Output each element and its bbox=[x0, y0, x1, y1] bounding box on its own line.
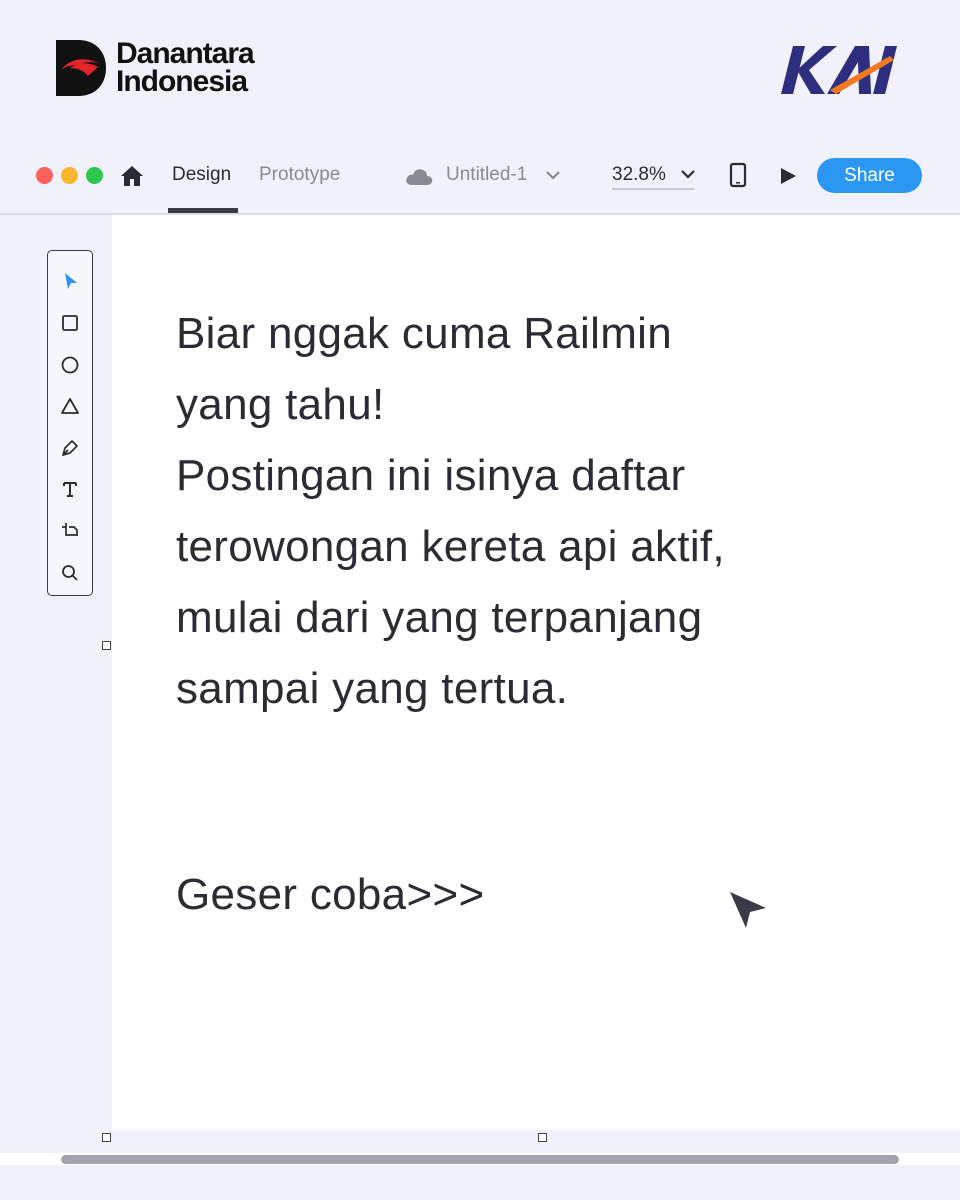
body-line: Postingan ini isinya daftar bbox=[176, 451, 686, 500]
kai-logo-icon bbox=[781, 46, 898, 94]
body-line: terowongan kereta api aktif, bbox=[176, 522, 725, 571]
zoom-level[interactable]: 32.8% bbox=[612, 164, 666, 186]
ellipse-icon[interactable] bbox=[60, 355, 80, 375]
window-close-button[interactable] bbox=[36, 167, 53, 184]
file-name[interactable]: Untitled-1 bbox=[446, 164, 527, 186]
window-minimize-button[interactable] bbox=[61, 167, 78, 184]
body-line: Biar nggak cuma Railmin bbox=[176, 309, 672, 358]
pen-icon[interactable] bbox=[60, 438, 80, 458]
canvas-body-text[interactable]: Biar nggak cuma Railmin yang tahu! Posti… bbox=[176, 298, 896, 724]
device-preview-icon[interactable] bbox=[728, 162, 748, 188]
rectangle-icon[interactable] bbox=[60, 313, 80, 333]
window-maximize-button[interactable] bbox=[86, 167, 103, 184]
danantara-logo-text: Danantara Indonesia bbox=[116, 37, 255, 98]
danantara-logo: Danantara Indonesia bbox=[56, 37, 255, 98]
danantara-logo-mark-icon bbox=[56, 40, 106, 96]
crop-frame-icon[interactable] bbox=[60, 521, 80, 541]
cursor-arrow-icon bbox=[730, 892, 766, 928]
horizontal-scrollbar-thumb[interactable] bbox=[61, 1155, 899, 1164]
tab-design[interactable]: Design bbox=[172, 164, 231, 186]
text-icon[interactable] bbox=[60, 479, 80, 499]
selection-handle[interactable] bbox=[102, 1133, 111, 1142]
selection-handle[interactable] bbox=[538, 1133, 547, 1142]
app-toolbar: Design Prototype Untitled-1 32.8% Share bbox=[0, 150, 960, 214]
body-line: mulai dari yang terpanjang bbox=[176, 593, 703, 642]
body-line: yang tahu! bbox=[176, 380, 385, 429]
brand-line-2: Indonesia bbox=[116, 65, 248, 98]
tools-panel bbox=[47, 250, 93, 596]
selection-handle[interactable] bbox=[102, 641, 111, 650]
zoom-chevron-down-icon[interactable] bbox=[680, 167, 696, 181]
chevron-down-icon[interactable] bbox=[545, 168, 561, 182]
swipe-cta-text[interactable]: Geser coba>>> bbox=[176, 862, 484, 928]
home-icon[interactable] bbox=[120, 164, 144, 188]
brand-line-1: Danantara bbox=[116, 37, 255, 70]
triangle-icon[interactable] bbox=[60, 396, 80, 416]
zoom-underline bbox=[612, 188, 694, 190]
body-line: sampai yang tertua. bbox=[176, 664, 569, 713]
cloud-icon bbox=[406, 169, 433, 185]
share-button[interactable]: Share bbox=[817, 158, 922, 193]
tab-prototype[interactable]: Prototype bbox=[259, 164, 340, 186]
search-icon[interactable] bbox=[60, 563, 80, 583]
select-arrow-icon[interactable] bbox=[60, 271, 80, 291]
play-icon[interactable] bbox=[778, 166, 798, 186]
